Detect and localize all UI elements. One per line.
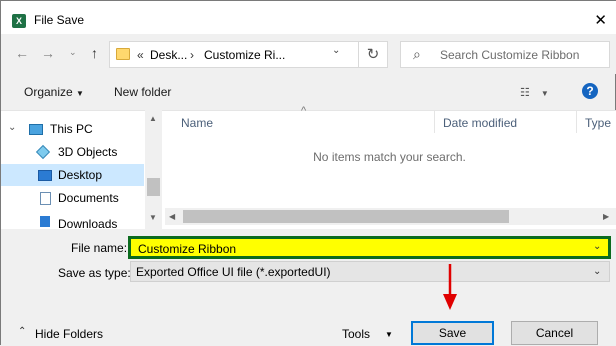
search-placeholder: Search Customize Ribbon	[440, 48, 580, 62]
breadcrumb-desktop[interactable]: Desk...	[150, 48, 187, 62]
file-name-label: File name:	[71, 241, 128, 255]
excel-app-icon: X	[12, 14, 26, 28]
forward-arrow-icon[interactable]: →	[41, 45, 55, 61]
refresh-icon[interactable]: ↻	[358, 41, 388, 68]
search-icon: ⌕	[413, 46, 421, 62]
organize-label: Organize	[24, 85, 73, 99]
scrollbar-thumb[interactable]	[147, 178, 160, 196]
save-type-select[interactable]: Exported Office UI file (*.exportedUI)	[130, 261, 610, 282]
save-type-label: Save as type:	[58, 266, 131, 280]
back-arrow-icon[interactable]: ←	[15, 45, 29, 61]
search-box[interactable]: ⌕ Search Customize Ribbon	[400, 41, 610, 68]
download-arrow-icon	[40, 216, 50, 227]
cancel-button[interactable]: Cancel	[511, 321, 598, 345]
sidebar-item-this-pc[interactable]: ⌄ This PC	[1, 118, 144, 140]
hide-folders-button[interactable]: Hide Folders	[35, 327, 103, 341]
address-bar[interactable]: « Desk... › Customize Ri...	[109, 41, 387, 68]
column-divider[interactable]	[434, 111, 435, 133]
sidebar-item-label: This PC	[50, 122, 93, 136]
save-type-dropdown-icon[interactable]: ⌄	[593, 266, 601, 277]
column-header-date-modified[interactable]: Date modified	[443, 116, 517, 130]
scroll-down-icon[interactable]: ▼	[149, 213, 157, 222]
view-options-icon[interactable]: ☷ ▼	[520, 86, 549, 99]
close-icon[interactable]: ✕	[594, 11, 607, 29]
file-save-dialog: X File Save ✕ ← → ⌄ ↑ « Desk... › Custom…	[0, 0, 616, 346]
sidebar-item-label: Desktop	[58, 168, 103, 182]
address-dropdown-icon[interactable]: ⌄	[332, 45, 340, 56]
file-name-value: Customize Ribbon	[138, 242, 237, 256]
save-type-value: Exported Office UI file (*.exportedUI)	[136, 265, 331, 279]
file-name-input[interactable]: Customize Ribbon	[128, 236, 611, 259]
tools-chevron-icon[interactable]: ▼	[385, 330, 393, 339]
sidebar-item-label: Documents	[58, 191, 119, 205]
help-icon[interactable]: ?	[582, 83, 598, 99]
sidebar-item-desktop[interactable]: Desktop	[1, 164, 144, 186]
window-title: File Save	[34, 13, 85, 27]
computer-icon	[29, 124, 43, 135]
sidebar-item-downloads[interactable]: Downloads	[1, 210, 144, 230]
title-bar: X File Save ✕	[1, 5, 616, 34]
column-header-type[interactable]: Type	[585, 116, 611, 130]
folder-icon	[116, 48, 130, 60]
breadcrumb-separator-icon: ›	[190, 48, 194, 62]
collapse-arrow-icon[interactable]: ⌄	[8, 122, 16, 133]
document-icon	[40, 192, 51, 205]
desktop-icon	[38, 170, 52, 181]
organize-button[interactable]: Organize ▼	[24, 85, 84, 99]
tools-button[interactable]: Tools	[342, 327, 370, 341]
sidebar-item-3d-objects[interactable]: 3D Objects	[1, 141, 144, 163]
new-folder-button[interactable]: New folder	[114, 85, 171, 99]
recent-locations-chevron-icon[interactable]: ⌄	[69, 47, 77, 58]
up-arrow-icon[interactable]: ↑	[91, 45, 98, 61]
command-toolbar: Organize ▼ New folder ☷ ▼ ?	[1, 74, 616, 110]
column-header-name[interactable]: Name	[181, 116, 213, 130]
breadcrumb-customize-ribbon[interactable]: Customize Ri...	[204, 48, 285, 62]
empty-message: No items match your search.	[313, 150, 466, 164]
navigation-pane: ⌄ This PC 3D Objects Desktop Documents D…	[1, 110, 163, 230]
cube-icon	[35, 144, 51, 160]
sidebar-scrollbar[interactable]: ▲ ▼	[145, 110, 162, 229]
sidebar-item-documents[interactable]: Documents	[1, 187, 144, 209]
save-button[interactable]: Save	[411, 321, 494, 345]
scroll-right-icon[interactable]: ▶	[603, 212, 609, 221]
file-name-dropdown-icon[interactable]: ⌄	[593, 241, 601, 252]
breadcrumb-overflow-icon[interactable]: «	[137, 48, 144, 62]
sort-indicator-icon: ^	[301, 105, 307, 117]
hide-folders-chevron-icon[interactable]: ⌃	[18, 326, 26, 337]
scrollbar-thumb[interactable]	[183, 210, 509, 223]
scroll-up-icon[interactable]: ▲	[149, 114, 157, 123]
red-annotation-arrow-icon	[443, 264, 457, 310]
column-divider[interactable]	[576, 111, 577, 133]
scroll-left-icon[interactable]: ◀	[169, 212, 175, 221]
sidebar-item-label: 3D Objects	[58, 145, 118, 159]
file-list-hscrollbar[interactable]: ◀ ▶	[165, 208, 616, 225]
organize-chevron-icon: ▼	[76, 89, 84, 98]
